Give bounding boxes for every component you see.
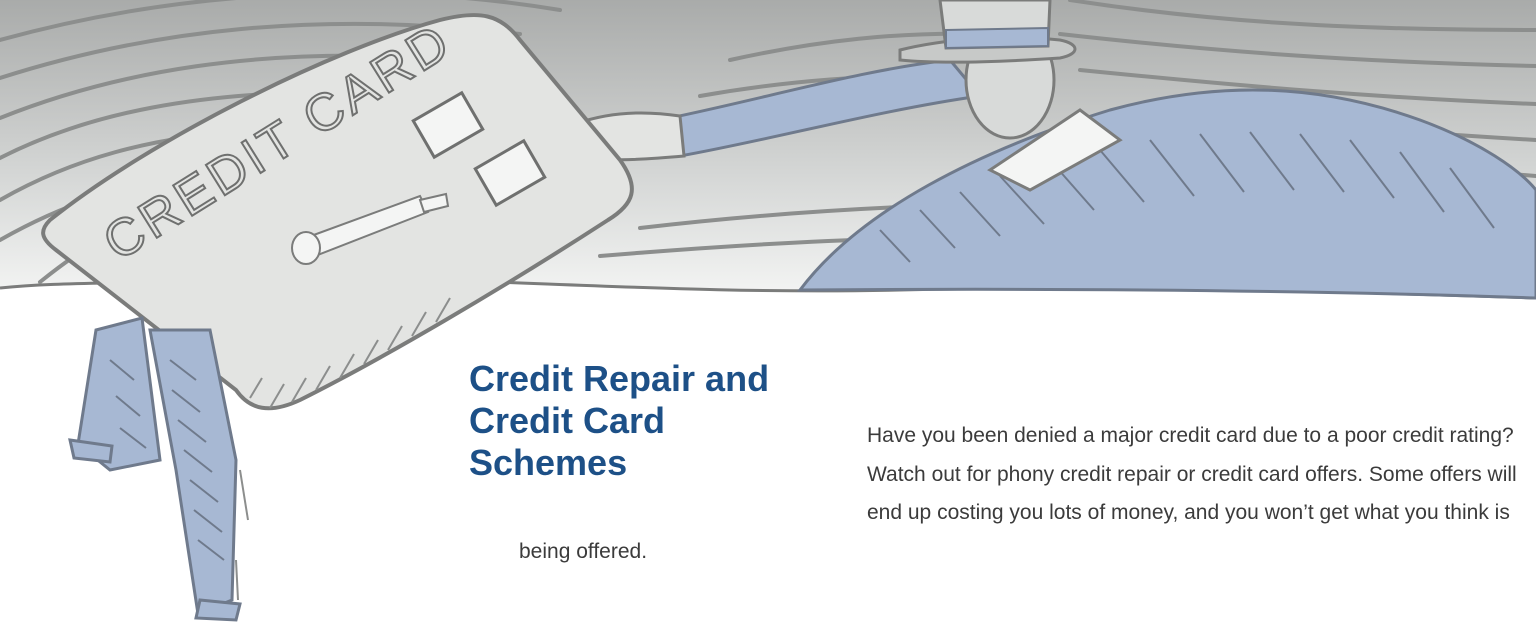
intro-paragraph: Have you been denied a major credit card… [519,424,1517,563]
